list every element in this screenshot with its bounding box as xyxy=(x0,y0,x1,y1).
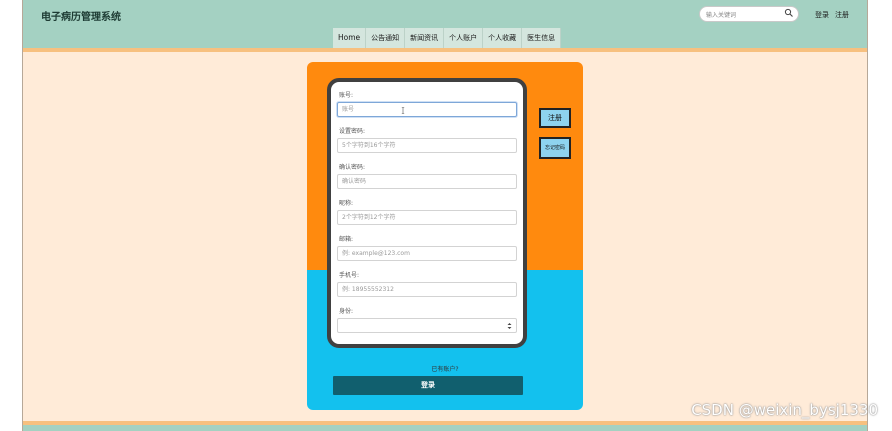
csdn-watermark: CSDN @weixin_bysj1330 xyxy=(691,401,878,419)
top-bar: 电子病历管理系统 登录 注册 xyxy=(23,0,867,28)
nav-item-account[interactable]: 个人账户 xyxy=(444,28,484,48)
have-account-text: 已有账户? xyxy=(431,366,459,373)
nickname-label: 昵称: xyxy=(339,200,354,207)
page-frame: 电子病历管理系统 登录 注册 Home 公告通知 新闻资讯 个人账户 个人收藏 … xyxy=(22,0,868,431)
select-arrow-icon xyxy=(507,323,512,329)
phone-input[interactable] xyxy=(337,282,517,297)
password-input[interactable] xyxy=(337,138,517,153)
register-card: 账号: 设置密码: 确认密码: 昵称: 邮箱: 手机号: 身份: xyxy=(307,62,583,410)
nav-divider xyxy=(23,48,867,52)
email-input[interactable] xyxy=(337,246,517,261)
register-button[interactable]: 注册 xyxy=(539,108,571,128)
identity-label: 身份: xyxy=(339,308,354,315)
search-box[interactable] xyxy=(699,6,799,22)
text-cursor-icon xyxy=(401,107,405,114)
confirm-password-label: 确认密码: xyxy=(339,164,366,171)
account-label: 账号: xyxy=(339,92,354,99)
phone-label: 手机号: xyxy=(339,272,360,279)
account-input[interactable] xyxy=(337,102,517,117)
login-button[interactable]: 登录 xyxy=(333,376,523,395)
identity-select[interactable] xyxy=(337,318,517,333)
forgot-password-button[interactable]: 忘记密码 xyxy=(539,137,571,159)
nav-item-doctors[interactable]: 医生信息 xyxy=(522,28,562,48)
register-link[interactable]: 注册 xyxy=(835,10,849,20)
nav-item-notices[interactable]: 公告通知 xyxy=(366,28,406,48)
nav-item-news[interactable]: 新闻资讯 xyxy=(405,28,445,48)
confirm-password-input[interactable] xyxy=(337,174,517,189)
nav-bar: Home 公告通知 新闻资讯 个人账户 个人收藏 医生信息 xyxy=(23,28,867,48)
register-form: 账号: 设置密码: 确认密码: 昵称: 邮箱: 手机号: 身份: xyxy=(327,78,527,348)
email-label: 邮箱: xyxy=(339,236,354,243)
login-link[interactable]: 登录 xyxy=(815,10,829,20)
nickname-input[interactable] xyxy=(337,210,517,225)
nav-item-favorites[interactable]: 个人收藏 xyxy=(483,28,523,48)
password-label: 设置密码: xyxy=(339,128,366,135)
search-icon[interactable] xyxy=(784,8,794,18)
site-title: 电子病历管理系统 xyxy=(41,12,121,23)
search-input[interactable] xyxy=(704,8,784,22)
nav-menu: Home 公告通知 新闻资讯 个人账户 个人收藏 医生信息 xyxy=(333,28,562,48)
nav-item-home[interactable]: Home xyxy=(333,28,367,48)
footer-bar xyxy=(23,425,867,431)
